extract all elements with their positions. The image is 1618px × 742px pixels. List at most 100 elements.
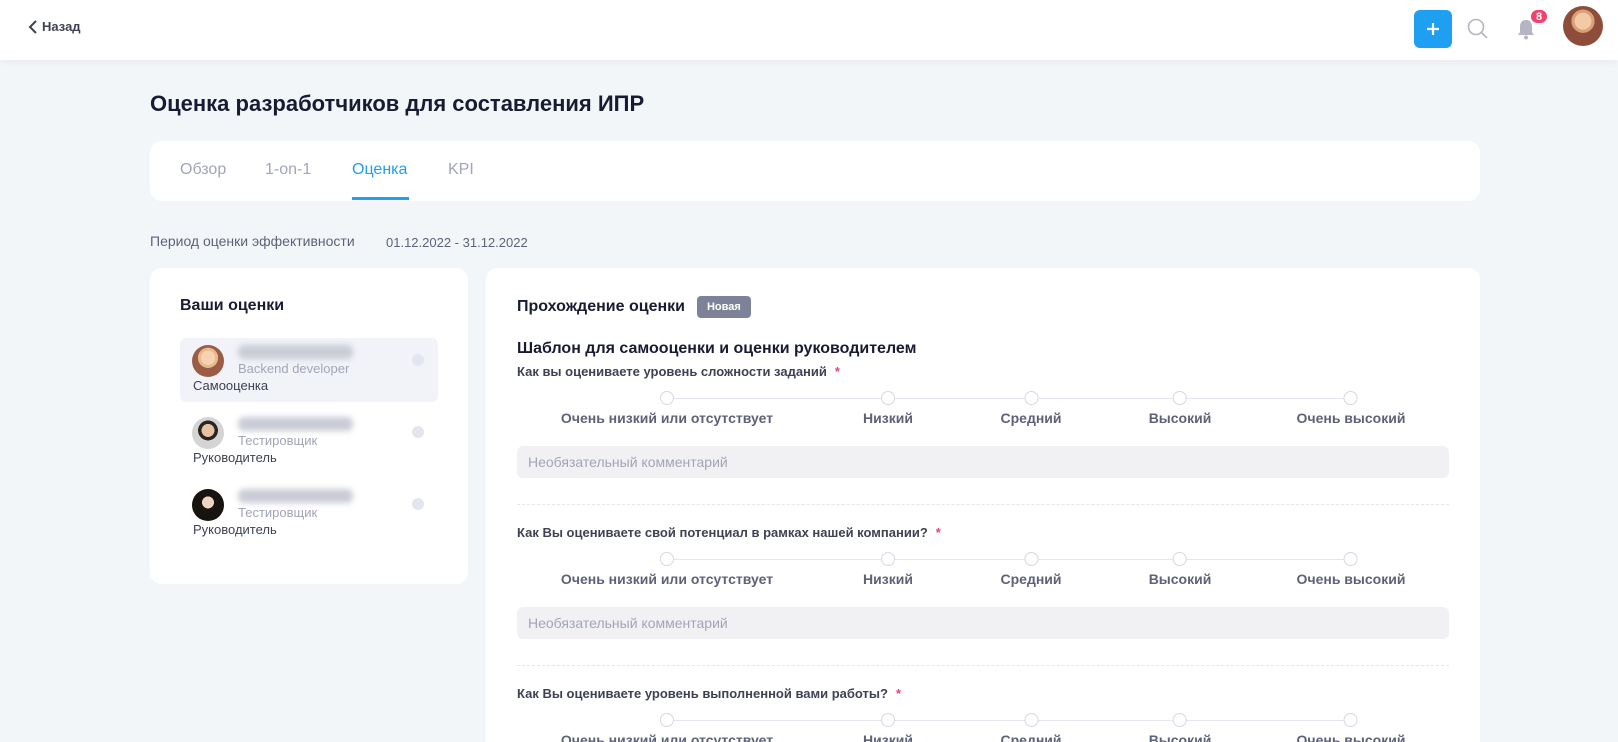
divider: [517, 504, 1449, 505]
rating-option[interactable]: Очень низкий или отсутствует: [561, 712, 773, 742]
rating-option[interactable]: Низкий: [863, 551, 913, 587]
radio-circle[interactable]: [1023, 713, 1038, 727]
radio-circle[interactable]: [659, 713, 674, 727]
rating-label: Очень высокий: [1296, 410, 1406, 426]
status-badge: Новая: [696, 296, 751, 318]
evaluation-role: Тестировщик: [238, 433, 318, 448]
evaluation-title: Прохождение оценки: [517, 298, 685, 315]
rating-label: Низкий: [863, 732, 913, 742]
search-icon[interactable]: [1466, 17, 1490, 41]
blurred-name: [238, 489, 353, 503]
plus-icon: [1427, 23, 1439, 35]
status-dot: [412, 426, 424, 438]
required-mark: *: [895, 686, 902, 701]
rating-label: Высокий: [1148, 732, 1212, 742]
rating-label: Очень высокий: [1296, 571, 1406, 587]
comment-input[interactable]: [517, 607, 1449, 639]
evaluation-type: Руководитель: [193, 522, 277, 537]
rating-option[interactable]: Очень высокий: [1296, 551, 1406, 587]
question-1: Как вы оцениваете уровень сложности зада…: [517, 364, 840, 379]
period-label: Период оценки эффективности: [150, 233, 355, 249]
blurred-name: [238, 417, 353, 431]
period-dates: 01.12.2022 - 31.12.2022: [386, 235, 528, 250]
avatar: [192, 417, 224, 449]
evaluation-form-panel: Прохождение оценки Новая Шаблон для само…: [486, 268, 1480, 742]
rating-scale-2: Очень низкий или отсутствует Низкий Сред…: [517, 551, 1449, 591]
user-avatar[interactable]: [1563, 6, 1603, 46]
back-link[interactable]: Назад: [28, 19, 81, 34]
status-dot: [412, 354, 424, 366]
radio-circle[interactable]: [881, 391, 895, 405]
radio-circle[interactable]: [659, 391, 674, 405]
question-3: Как Вы оцениваете уровень выполненной ва…: [517, 686, 901, 701]
rating-scale-1: Очень низкий или отсутствует Низкий Сред…: [517, 390, 1449, 430]
rating-option[interactable]: Высокий: [1149, 390, 1211, 426]
radio-circle[interactable]: [1023, 391, 1038, 405]
radio-circle[interactable]: [659, 552, 674, 566]
comment-input[interactable]: [517, 446, 1449, 478]
evaluation-type: Руководитель: [193, 450, 277, 465]
rating-option[interactable]: Низкий: [863, 712, 913, 742]
rating-option[interactable]: Низкий: [863, 390, 913, 426]
radio-circle[interactable]: [1173, 391, 1187, 405]
evaluation-header: Прохождение оценки Новая: [517, 296, 751, 318]
tabs-bar: Обзор 1-on-1 Оценка KPI: [150, 141, 1480, 201]
rating-label: Высокий: [1148, 571, 1212, 587]
rating-option[interactable]: Очень низкий или отсутствует: [561, 551, 773, 587]
evaluations-title: Ваши оценки: [180, 297, 285, 314]
radio-circle[interactable]: [1173, 713, 1187, 727]
divider: [517, 665, 1449, 666]
rating-label: Средний: [1000, 410, 1062, 426]
rating-option[interactable]: Очень низкий или отсутствует: [561, 390, 773, 426]
tab-evaluation[interactable]: Оценка: [352, 161, 407, 179]
rating-label: Средний: [1000, 571, 1062, 587]
page-title: Оценка разработчиков для составления ИПР: [150, 91, 645, 116]
back-label: Назад: [42, 19, 81, 34]
question-text: Как вы оцениваете уровень сложности зада…: [517, 364, 827, 379]
add-button[interactable]: [1414, 10, 1452, 48]
rating-label: Очень низкий или отсутствует: [560, 571, 774, 587]
evaluation-item-manager-2[interactable]: Тестировщик Руководитель: [180, 482, 438, 546]
rating-option[interactable]: Средний: [1000, 551, 1062, 587]
rating-label: Низкий: [863, 410, 913, 426]
top-bar: Назад 8: [0, 0, 1618, 60]
radio-circle[interactable]: [1173, 552, 1187, 566]
template-title: Шаблон для самооценки и оценки руководит…: [517, 340, 917, 357]
radio-circle[interactable]: [1343, 552, 1358, 566]
required-mark: *: [935, 525, 941, 540]
evaluations-panel: Ваши оценки Backend developer Самооценка…: [150, 268, 468, 584]
radio-circle[interactable]: [881, 713, 895, 727]
rating-option[interactable]: Высокий: [1148, 551, 1212, 587]
radio-circle[interactable]: [881, 552, 895, 566]
question-text: Как Вы оцениваете уровень выполненной ва…: [517, 686, 888, 701]
evaluation-item-self[interactable]: Backend developer Самооценка: [180, 338, 438, 402]
rating-scale-3: Очень низкий или отсутствует Низкий Сред…: [517, 712, 1449, 742]
rating-label: Очень низкий или отсутствует: [560, 410, 774, 426]
rating-option[interactable]: Очень высокий: [1296, 712, 1406, 742]
avatar: [192, 345, 224, 377]
rating-label: Низкий: [863, 571, 913, 587]
rating-option[interactable]: Средний: [1000, 712, 1062, 742]
tab-overview[interactable]: Обзор: [180, 161, 226, 179]
question-2: Как Вы оцениваете свой потенциал в рамка…: [517, 525, 941, 540]
rating-option[interactable]: Высокий: [1148, 712, 1212, 742]
evaluation-item-manager-1[interactable]: Тестировщик Руководитель: [180, 410, 438, 474]
tab-1on1[interactable]: 1-on-1: [265, 161, 311, 179]
avatar: [192, 489, 224, 521]
rating-label: Очень высокий: [1296, 732, 1406, 742]
tab-kpi[interactable]: KPI: [448, 161, 474, 179]
radio-circle[interactable]: [1023, 552, 1038, 566]
rating-option[interactable]: Средний: [1000, 390, 1062, 426]
blurred-name: [238, 345, 353, 359]
chevron-left-icon: [28, 19, 37, 34]
rating-option[interactable]: Очень высокий: [1296, 390, 1406, 426]
active-tab-indicator: [352, 197, 409, 200]
status-dot: [412, 498, 424, 510]
rating-label: Средний: [1000, 732, 1062, 742]
evaluation-role: Backend developer: [238, 361, 350, 376]
question-text: Как Вы оцениваете свой потенциал в рамка…: [517, 525, 928, 540]
rating-label: Очень низкий или отсутствует: [560, 732, 774, 742]
radio-circle[interactable]: [1343, 391, 1358, 405]
radio-circle[interactable]: [1343, 713, 1358, 727]
evaluation-type: Самооценка: [193, 378, 269, 393]
